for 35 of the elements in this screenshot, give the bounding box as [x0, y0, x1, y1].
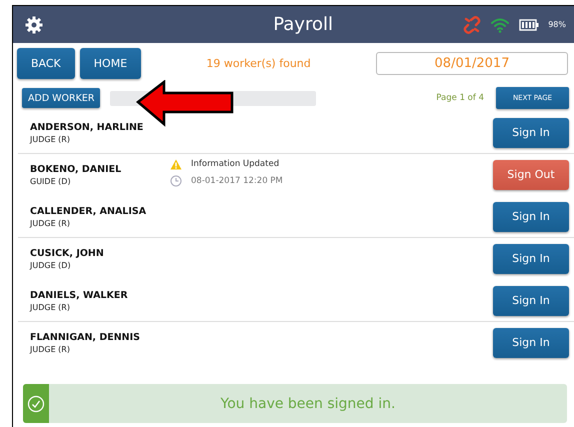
worker-role: JUDGE (R): [30, 218, 71, 228]
worker-name: DANIELS, WALKER: [30, 290, 129, 300]
sign-in-button[interactable]: Sign In: [493, 202, 569, 232]
worker-role: JUDGE (R): [30, 302, 71, 312]
worker-role: JUDGE (R): [30, 134, 71, 144]
worker-role: JUDGE (R): [30, 344, 71, 354]
wifi-icon: [490, 16, 510, 32]
warning-icon: [170, 158, 182, 170]
sign-in-button[interactable]: Sign In: [493, 286, 569, 316]
result-count: 19 worker(s) found: [205, 56, 312, 70]
battery-percent: 98%: [548, 20, 566, 29]
worker-name: BOKENO, DANIEL: [30, 164, 122, 174]
sign-out-button[interactable]: Sign Out: [493, 160, 569, 190]
sign-in-button[interactable]: Sign In: [493, 328, 569, 358]
broken-link-icon: [463, 16, 482, 34]
nav-button[interactable]: BACK: [17, 48, 75, 78]
sign-in-button[interactable]: Sign In: [493, 244, 569, 274]
sign-in-button[interactable]: Sign In: [493, 118, 569, 148]
worker-name: CUSICK, JOHN: [30, 248, 105, 258]
worker-role: GUIDE (D): [30, 176, 72, 186]
banner-message: You have been signed in.: [220, 396, 396, 412]
notice-text: Information Updated: [191, 159, 280, 169]
add-worker-button[interactable]: ADD WORKER: [22, 88, 100, 108]
worker-name: ANDERSON, HARLINE: [30, 122, 144, 132]
worker-name: CALLENDER, ANALISA: [30, 206, 148, 216]
nav-button[interactable]: HOME: [80, 48, 142, 78]
worker-name: FLANNIGAN, DENNIS: [30, 332, 142, 342]
clock-icon: [170, 174, 182, 186]
battery-icon: [519, 18, 540, 30]
window-title: Payroll: [272, 14, 334, 35]
worker-role: JUDGE (D): [30, 260, 72, 270]
timestamp: 08-01-2017 12:20 PM: [191, 176, 283, 186]
page-indicator: Page 1 of 4: [435, 93, 484, 103]
check-circle-icon: [27, 394, 45, 412]
settings-icon[interactable]: [25, 16, 43, 34]
